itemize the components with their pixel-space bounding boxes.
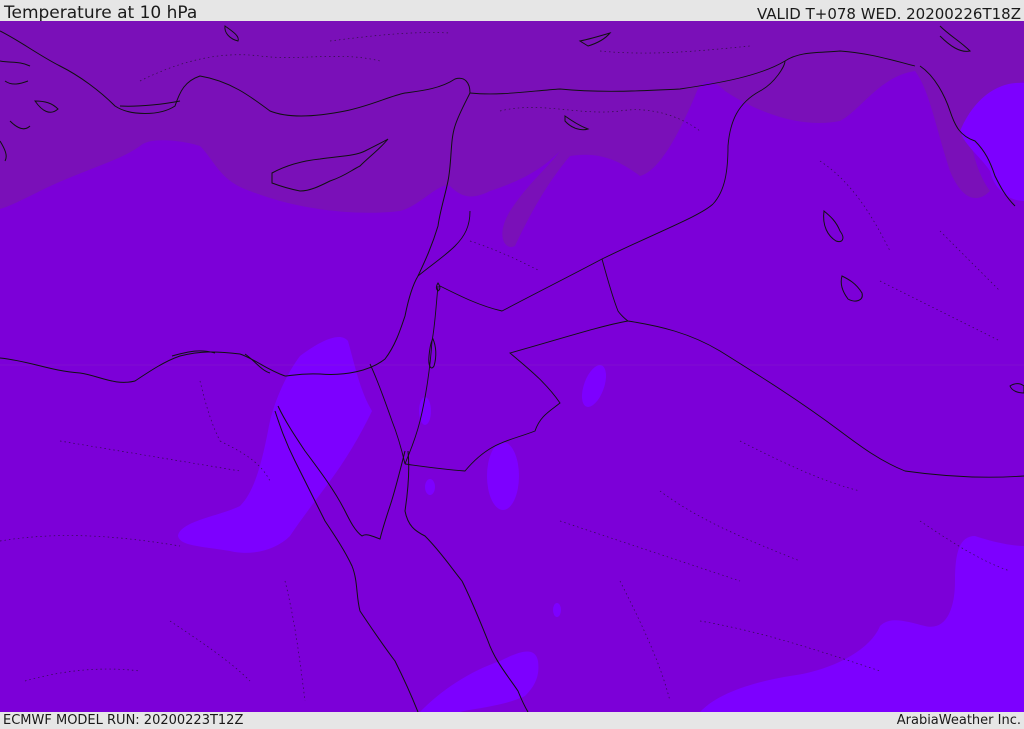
map-canvas <box>0 21 1024 712</box>
map-footer: ECMWF MODEL RUN: 20200223T12Z ArabiaWeat… <box>0 712 1024 729</box>
model-run-label: ECMWF MODEL RUN: 20200223T12Z <box>3 713 244 728</box>
warm-patch-small-3 <box>419 397 431 425</box>
map-header: Temperature at 10 hPa VALID T+078 WED. 2… <box>0 0 1024 23</box>
credit-label: ArabiaWeather Inc. <box>896 713 1021 728</box>
map-svg <box>0 21 1024 712</box>
warm-patch-small-1 <box>425 479 435 495</box>
warm-patch-jordan <box>487 442 519 510</box>
weather-map-frame: Temperature at 10 hPa VALID T+078 WED. 2… <box>0 0 1024 729</box>
warm-patch-small-2 <box>553 603 561 617</box>
map-title: Temperature at 10 hPa <box>4 3 198 23</box>
